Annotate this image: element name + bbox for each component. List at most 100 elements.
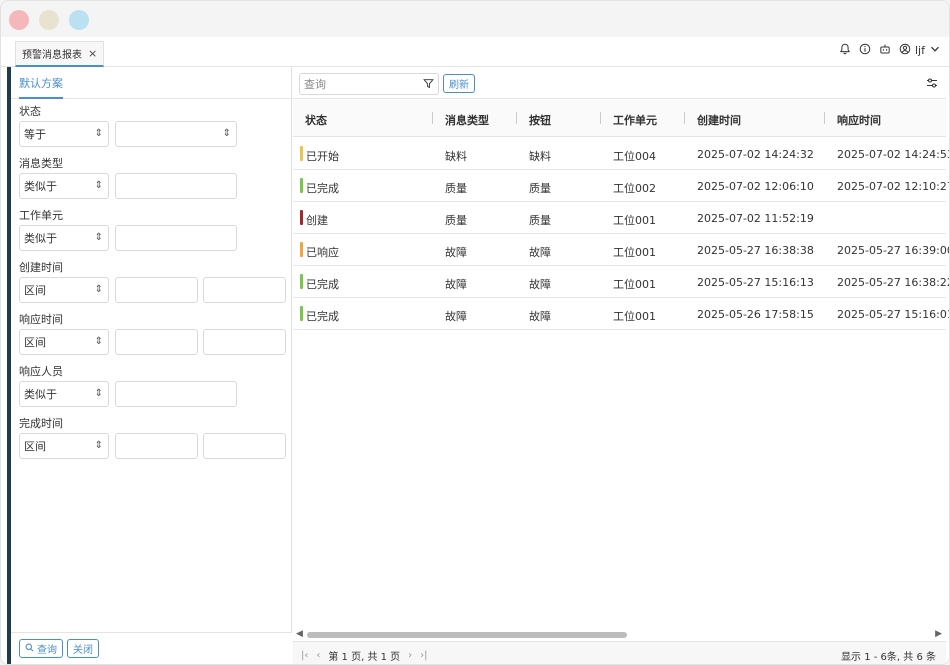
table-row[interactable]: 已开始 缺料 缺料 工位004 2025-07-02 14:24:32 2025-07-0… [293,138,949,170]
cell-created-time: 2025-05-26 17:58:15 [697,308,814,321]
table-row[interactable]: 已完成 质量 质量 工位002 2025-07-02 12:06:10 2025-07-0… [293,170,949,202]
last-page-icon[interactable]: ›| [420,650,427,661]
cell-work-unit: 工位002 [613,182,656,195]
cell-button: 故障 [529,246,551,259]
completed-time-to-input[interactable] [203,433,286,459]
column-divider[interactable] [516,112,517,124]
search-icon [25,643,34,655]
tab-label: 预警消息报表 [22,50,82,61]
scroll-left-arrow-icon[interactable]: ◀ [296,629,303,639]
record-count: 显示 1 - 6条, 共 6 条 [841,652,936,663]
query-button[interactable]: 查询 [19,639,63,658]
filter-group-responder: 响应人员 类似于 ⇕ [19,363,237,407]
cell-work-unit: 工位001 [613,278,656,291]
cell-message-type: 故障 [445,246,467,259]
cell-response-time: 2025-07-02 12:10:27 [837,180,950,193]
status-value-select[interactable]: ⇕ [115,121,237,147]
updown-chevron-icon: ⇕ [94,232,103,243]
response-time-from-input[interactable] [115,329,198,355]
cell-message-type: 缺料 [445,150,467,163]
column-divider[interactable] [432,112,433,124]
cell-message-type: 质量 [445,214,467,227]
cell-created-time: 2025-07-02 12:06:10 [697,180,814,193]
column-header-button[interactable]: 按钮 [529,112,551,128]
response-time-operator-select[interactable]: 区间 ⇕ [19,329,109,355]
sidebar-footer: 查询 关闭 [11,632,292,664]
column-settings-icon[interactable] [926,77,938,92]
column-divider[interactable] [684,112,685,124]
tab-default-scheme[interactable]: 默认方案 [19,75,63,99]
cell-work-unit: 工位001 [613,246,656,259]
completed-time-operator-select[interactable]: 区间 ⇕ [19,433,109,459]
column-header-created-time[interactable]: 创建时间 [697,112,741,128]
prev-page-icon[interactable]: ‹ [316,650,320,661]
created-time-operator-select[interactable]: 区间 ⇕ [19,277,109,303]
table-row[interactable]: 已完成 故障 故障 工位001 2025-05-27 15:16:13 2025-05-2… [293,266,949,298]
column-divider[interactable] [824,112,825,124]
status-color-marker [300,306,303,321]
cell-button: 故障 [529,278,551,291]
user-menu[interactable]: ljf [899,43,941,58]
minimize-window-button[interactable] [39,10,59,30]
cell-created-time: 2025-05-27 15:16:13 [697,276,814,289]
completed-time-from-input[interactable] [115,433,198,459]
scrollbar-thumb[interactable] [307,632,627,638]
cell-status: 已完成 [306,182,339,195]
first-page-icon[interactable]: |‹ [301,650,308,661]
responder-operator-select[interactable]: 类似于 ⇕ [19,381,109,407]
filter-group-status: 状态 等于 ⇕ ⇕ [19,103,237,147]
status-operator-select[interactable]: 等于 ⇕ [19,121,109,147]
column-header-message-type[interactable]: 消息类型 [445,112,489,128]
cell-response-time: 2025-05-27 15:16:01 [837,308,950,321]
cell-work-unit: 工位004 [613,150,656,163]
filter-group-work-unit: 工作单元 类似于 ⇕ [19,207,237,251]
bell-icon[interactable] [839,43,851,58]
response-time-to-input[interactable] [203,329,286,355]
message-type-operator-select[interactable]: 类似于 ⇕ [19,173,109,199]
next-page-icon[interactable]: › [408,650,412,661]
message-type-input[interactable] [115,173,237,199]
cell-button: 质量 [529,214,551,227]
work-unit-operator-select[interactable]: 类似于 ⇕ [19,225,109,251]
updown-chevron-icon: ⇕ [94,284,103,295]
updown-chevron-icon: ⇕ [94,388,103,399]
header-actions: ljf [839,43,941,58]
cell-message-type: 故障 [445,278,467,291]
table-row[interactable]: 已响应 故障 故障 工位001 2025-05-27 16:38:38 2025-05-2… [293,234,949,266]
refresh-button[interactable]: 刷新 [443,74,475,93]
column-header-response-time[interactable]: 响应时间 [837,112,881,128]
responder-input[interactable] [115,381,237,407]
updown-chevron-icon: ⇕ [94,336,103,347]
tab-warning-report[interactable]: 预警消息报表 × [15,41,105,67]
close-window-button[interactable] [9,10,29,30]
horizontal-scrollbar[interactable]: ◀ ▶ [293,629,946,639]
maximize-window-button[interactable] [69,10,89,30]
search-input[interactable]: 查询 [299,73,439,95]
cell-button: 缺料 [529,150,551,163]
created-time-from-input[interactable] [115,277,198,303]
pagination-bar: |‹ ‹ 第 1 页, 共 1 页 › ›| 显示 1 - 6条, 共 6 条 [293,641,946,664]
column-header-work-unit[interactable]: 工作单元 [613,112,657,128]
filter-label: 状态 [19,105,41,118]
scroll-right-arrow-icon[interactable]: ▶ [935,629,942,639]
table-row[interactable]: 已完成 故障 故障 工位001 2025-05-26 17:58:15 2025-05-2… [293,298,949,330]
updown-chevron-icon: ⇕ [94,180,103,191]
column-divider[interactable] [600,112,601,124]
page-indicator: 第 1 页, 共 1 页 [328,652,401,663]
cell-created-time: 2025-07-02 11:52:19 [697,212,814,225]
close-button[interactable]: 关闭 [67,639,99,658]
work-unit-input[interactable] [115,225,237,251]
info-icon[interactable] [859,43,871,58]
table-row[interactable]: 创建 质量 质量 工位001 2025-07-02 11:52:19 [293,202,946,234]
tab-close-icon[interactable]: × [88,47,97,60]
filter-label: 消息类型 [19,157,63,170]
table-toolbar: 查询 刷新 [293,67,946,99]
created-time-to-input[interactable] [203,277,286,303]
cell-work-unit: 工位001 [613,214,656,227]
column-header-status[interactable]: 状态 [305,112,327,128]
robot-icon[interactable] [879,43,891,58]
filter-sidebar: 默认方案 状态 等于 ⇕ ⇕ 消息类型 类似于 ⇕ 工作单元 类似于 ⇕ 创建时间 区… [11,67,292,664]
filter-icon[interactable] [423,78,434,92]
filter-label: 响应时间 [19,313,63,326]
cell-created-time: 2025-07-02 14:24:32 [697,148,814,161]
